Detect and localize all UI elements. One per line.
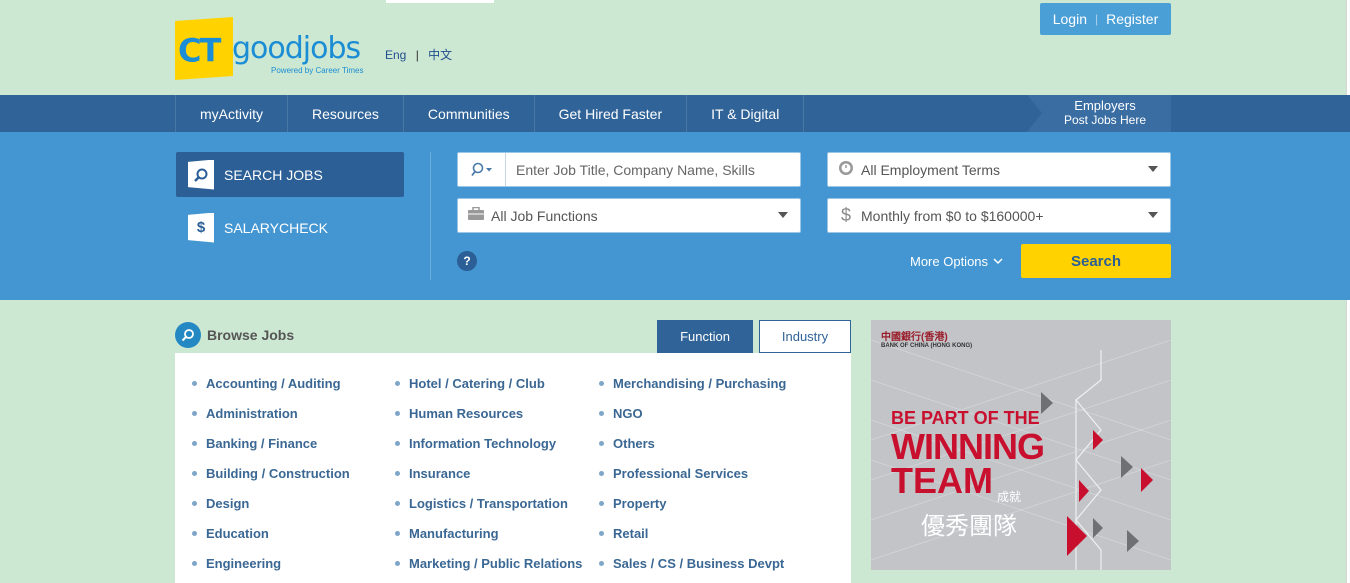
salary-range-select[interactable]: $ Monthly from $0 to $160000+ — [827, 198, 1171, 233]
function-link[interactable]: Marketing / Public Relations — [395, 548, 582, 578]
lang-chinese-link[interactable]: 中文 — [428, 46, 452, 63]
function-link[interactable]: Logistics / Transportation — [395, 488, 582, 518]
function-link[interactable]: Accounting / Auditing — [192, 368, 350, 398]
tab-industry[interactable]: Industry — [759, 320, 851, 353]
function-column-3: Merchandising / Purchasing NGO Others Pr… — [599, 368, 786, 578]
chevron-down-icon — [1148, 212, 1158, 218]
search-divider — [430, 152, 431, 280]
function-link[interactable]: Human Resources — [395, 398, 582, 428]
magnifier-icon — [470, 162, 492, 176]
browser-tab-strip — [386, 0, 494, 3]
search-jobs-tab[interactable]: SEARCH JOBS — [176, 152, 404, 197]
search-icon — [188, 159, 214, 190]
bank-advertisement[interactable]: 中國銀行(香港) BANK OF CHINA (HONG KONG) BE PA… — [871, 320, 1171, 570]
more-options-toggle[interactable]: More Options — [910, 254, 1004, 269]
search-button[interactable]: Search — [1021, 244, 1171, 278]
browse-jobs-title: Browse Jobs — [207, 327, 295, 343]
employers-label: Employers — [1074, 98, 1136, 113]
nav-item-get-hired-faster[interactable]: Get Hired Faster — [533, 95, 686, 132]
nav-item-communities[interactable]: Communities — [402, 95, 534, 132]
ad-chinese-2: 優秀團隊 — [921, 513, 1017, 540]
salary-range-value: Monthly from $0 to $160000+ — [861, 207, 1044, 224]
function-link[interactable]: Property — [599, 488, 786, 518]
job-functions-value: All Job Functions — [491, 207, 598, 224]
function-link[interactable]: Information Technology — [395, 428, 582, 458]
search-type-dropdown[interactable] — [458, 153, 506, 186]
logo-ct-block: CT — [175, 16, 233, 81]
function-link[interactable]: Design — [192, 488, 350, 518]
bank-name: 中國銀行(香港) — [881, 332, 948, 343]
function-link[interactable]: Building / Construction — [192, 458, 350, 488]
logo-ct-text: CT — [178, 31, 220, 70]
keyword-search-field[interactable]: Enter Job Title, Company Name, Skills — [457, 152, 801, 187]
ad-headline-3: TEAM — [891, 460, 993, 501]
bank-subname: BANK OF CHINA (HONG KONG) — [881, 343, 973, 349]
job-functions-select[interactable]: All Job Functions — [457, 198, 801, 233]
employers-post-jobs-button[interactable]: Employers Post Jobs Here — [1027, 95, 1171, 132]
browse-search-icon — [175, 322, 201, 348]
function-link[interactable]: Hotel / Catering / Club — [395, 368, 582, 398]
help-icon[interactable]: ? — [457, 251, 477, 271]
clock-icon — [836, 160, 856, 179]
salarycheck-tab[interactable]: $ SALARYCHECK — [176, 205, 404, 250]
function-link[interactable]: Insurance — [395, 458, 582, 488]
keyword-input[interactable]: Enter Job Title, Company Name, Skills — [506, 162, 755, 178]
auth-box: Login | Register — [1040, 3, 1171, 35]
briefcase-icon — [466, 206, 486, 224]
logo-tagline: Powered by Career Times — [271, 66, 364, 75]
login-link[interactable]: Login — [1053, 11, 1087, 27]
bank-logo: 中國銀行(香港) BANK OF CHINA (HONG KONG) — [881, 328, 972, 349]
function-column-2: Hotel / Catering / Club Human Resources … — [395, 368, 582, 578]
function-link[interactable]: Professional Services — [599, 458, 786, 488]
function-link[interactable]: Manufacturing — [395, 518, 582, 548]
function-link[interactable]: Merchandising / Purchasing — [599, 368, 786, 398]
nav-item-myactivity[interactable]: myActivity — [175, 95, 287, 132]
function-link[interactable]: Sales / CS / Business Devpt — [599, 548, 786, 578]
register-link[interactable]: Register — [1106, 11, 1158, 27]
function-link[interactable]: Engineering — [192, 548, 350, 578]
tab-function[interactable]: Function — [657, 320, 753, 353]
employment-terms-select[interactable]: All Employment Terms — [827, 152, 1171, 187]
function-link[interactable]: NGO — [599, 398, 786, 428]
function-link[interactable]: Others — [599, 428, 786, 458]
more-options-label: More Options — [910, 254, 989, 269]
lang-english-link[interactable]: Eng — [385, 48, 406, 62]
post-jobs-label: Post Jobs Here — [1063, 113, 1147, 127]
function-link[interactable]: Banking / Finance — [192, 428, 350, 458]
dollar-icon: $ — [188, 212, 214, 243]
salarycheck-label: SALARYCHECK — [224, 219, 329, 236]
nav-items: myActivity Resources Communities Get Hir… — [175, 95, 805, 132]
function-link[interactable]: Retail — [599, 518, 786, 548]
lang-separator: | — [415, 48, 419, 62]
language-switcher: Eng | 中文 — [385, 46, 452, 63]
ad-chinese-1: 成就 — [997, 490, 1022, 504]
employment-terms-value: All Employment Terms — [861, 161, 1001, 178]
search-jobs-label: SEARCH JOBS — [224, 166, 323, 183]
logo-wordmark: goodjobs — [232, 31, 361, 66]
job-function-list: Accounting / Auditing Administration Ban… — [175, 353, 851, 583]
nav-item-resources[interactable]: Resources — [287, 95, 403, 132]
function-column-1: Accounting / Auditing Administration Ban… — [192, 368, 350, 578]
browse-jobs-header: Browse Jobs — [175, 322, 294, 348]
function-link[interactable]: Education — [192, 518, 350, 548]
chevron-down-icon — [993, 258, 1003, 265]
dollar-sign-icon: $ — [840, 205, 851, 225]
auth-separator: | — [1095, 12, 1099, 26]
chevron-down-icon — [778, 212, 788, 218]
nav-item-it-digital[interactable]: IT & Digital — [686, 95, 805, 132]
ctgoodjobs-logo[interactable]: CT goodjobs Powered by Career Times — [175, 16, 370, 81]
chevron-down-icon — [1148, 166, 1158, 172]
function-link[interactable]: Administration — [192, 398, 350, 428]
